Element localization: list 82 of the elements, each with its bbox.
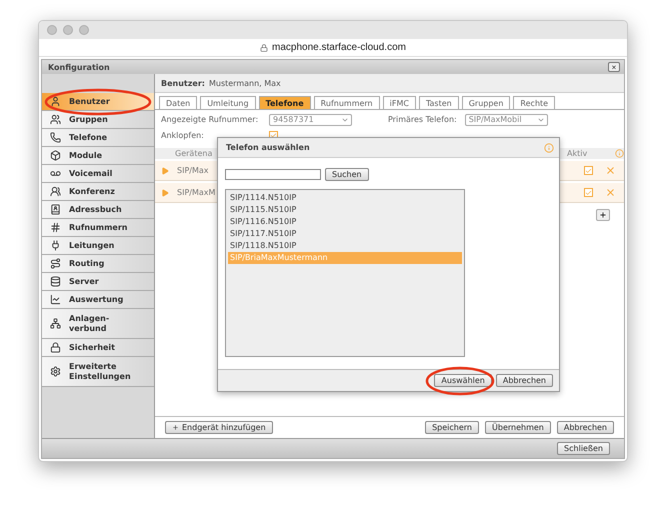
user-label: Benutzer: [161, 78, 205, 88]
list-item[interactable]: SIP/1115.N510IP [228, 204, 462, 216]
url-text: macphone.starface-cloud.com [272, 42, 406, 53]
column-header: Aktiv [567, 149, 588, 158]
table-cell-text: SIP/Max [176, 166, 208, 175]
number-select[interactable]: 94587371 [269, 114, 352, 126]
sidebar-item[interactable]: Gruppen [42, 111, 154, 129]
network-icon [50, 318, 61, 329]
cube-icon [50, 150, 61, 161]
expand-icon[interactable] [161, 166, 169, 174]
field-label: Primäres Telefon: [388, 115, 457, 124]
sidebar-item[interactable]: Erweiterte Einstellungen [42, 357, 154, 387]
tab[interactable]: Telefone [258, 96, 311, 109]
panel-title: Konfiguration [48, 62, 110, 72]
dialog-button[interactable]: Abbrechen [496, 374, 553, 387]
sidebar-item[interactable]: Rufnummern [42, 219, 154, 237]
tab[interactable]: Rechte [513, 96, 556, 109]
active-checkbox[interactable] [584, 166, 593, 175]
list-item[interactable]: SIP/1118.N510IP [228, 240, 462, 252]
cancel-button[interactable]: Abbrechen [556, 421, 614, 434]
save-button[interactable]: Speichern [425, 421, 480, 434]
search-button[interactable]: Suchen [325, 168, 369, 181]
list-item[interactable]: SIP/1117.N510IP [228, 228, 462, 240]
user-name: Mustermann, Max [208, 78, 281, 88]
info-icon[interactable] [544, 142, 554, 152]
window-control-dot[interactable] [63, 25, 73, 35]
lock-icon [260, 44, 268, 52]
tab[interactable]: iFMC [382, 96, 416, 109]
add-button[interactable] [596, 209, 610, 221]
settings-icon [50, 366, 61, 377]
field-label: Anklopfen: [161, 131, 205, 140]
delete-icon[interactable] [605, 187, 616, 198]
plus-icon [599, 211, 607, 219]
line-chart-icon [50, 294, 61, 305]
tab[interactable]: Umleitung [200, 96, 256, 109]
table-cell-text: SIP/MaxM [176, 188, 216, 197]
list-item[interactable]: SIP/1114.N510IP [228, 192, 462, 204]
expand-icon[interactable] [161, 188, 169, 196]
search-field[interactable] [225, 169, 321, 180]
sidebar-item[interactable]: Adressbuch [42, 201, 154, 219]
sidebar-item[interactable]: Leitungen [42, 237, 154, 255]
tab[interactable]: Rufnummern [314, 96, 380, 109]
sidebar-item[interactable]: Sicherheit [42, 339, 154, 357]
info-icon[interactable] [615, 149, 624, 158]
person-icon [50, 96, 61, 107]
tab[interactable]: Tasten [418, 96, 459, 109]
delete-icon[interactable] [605, 165, 616, 176]
sidebar-item[interactable]: Server [42, 273, 154, 291]
sidebar-item[interactable]: Benutzer [42, 93, 154, 111]
tab[interactable]: Gruppen [462, 96, 510, 109]
phone-select[interactable]: SIP/MaxMobil [464, 114, 548, 126]
people-icon [50, 186, 61, 197]
dialog-title: Telefon auswählen [226, 143, 310, 152]
sidebar-item[interactable]: Voicemail [42, 165, 154, 183]
plug-icon [50, 240, 61, 251]
dialog-button[interactable]: Auswählen [434, 374, 492, 387]
apply-button[interactable]: Übernehmen [485, 421, 551, 434]
lock-icon [50, 342, 61, 353]
sidebar-item[interactable]: Anlagen- verbund [42, 309, 154, 339]
close-button[interactable]: × [608, 62, 620, 72]
close-button[interactable]: Schließen [557, 442, 610, 455]
route-icon [50, 258, 61, 269]
list-item[interactable]: SIP/1116.N510IP [228, 216, 462, 228]
people-icon [50, 114, 61, 125]
phone-icon [50, 132, 61, 143]
sidebar-item[interactable]: Auswertung [42, 291, 154, 309]
sidebar-item[interactable]: Module [42, 147, 154, 165]
window-control-dot[interactable] [47, 25, 57, 35]
sidebar-item[interactable]: Konferenz [42, 183, 154, 201]
sidebar-item[interactable]: Telefone [42, 129, 154, 147]
plus-icon [172, 424, 179, 431]
tab[interactable]: Daten [159, 96, 198, 109]
database-icon [50, 276, 61, 287]
window-control-dot[interactable] [79, 25, 89, 35]
add-device-button[interactable]: Endgerät hinzufügen [165, 421, 273, 434]
voicemail-icon [50, 168, 61, 179]
column-header: Gerätena [175, 149, 212, 158]
active-checkbox[interactable] [584, 188, 593, 197]
sidebar-item[interactable]: Routing [42, 255, 154, 273]
address-book-icon [50, 204, 61, 215]
field-label: Angezeigte Rufnummer: [161, 115, 260, 124]
hash-icon [50, 222, 61, 233]
